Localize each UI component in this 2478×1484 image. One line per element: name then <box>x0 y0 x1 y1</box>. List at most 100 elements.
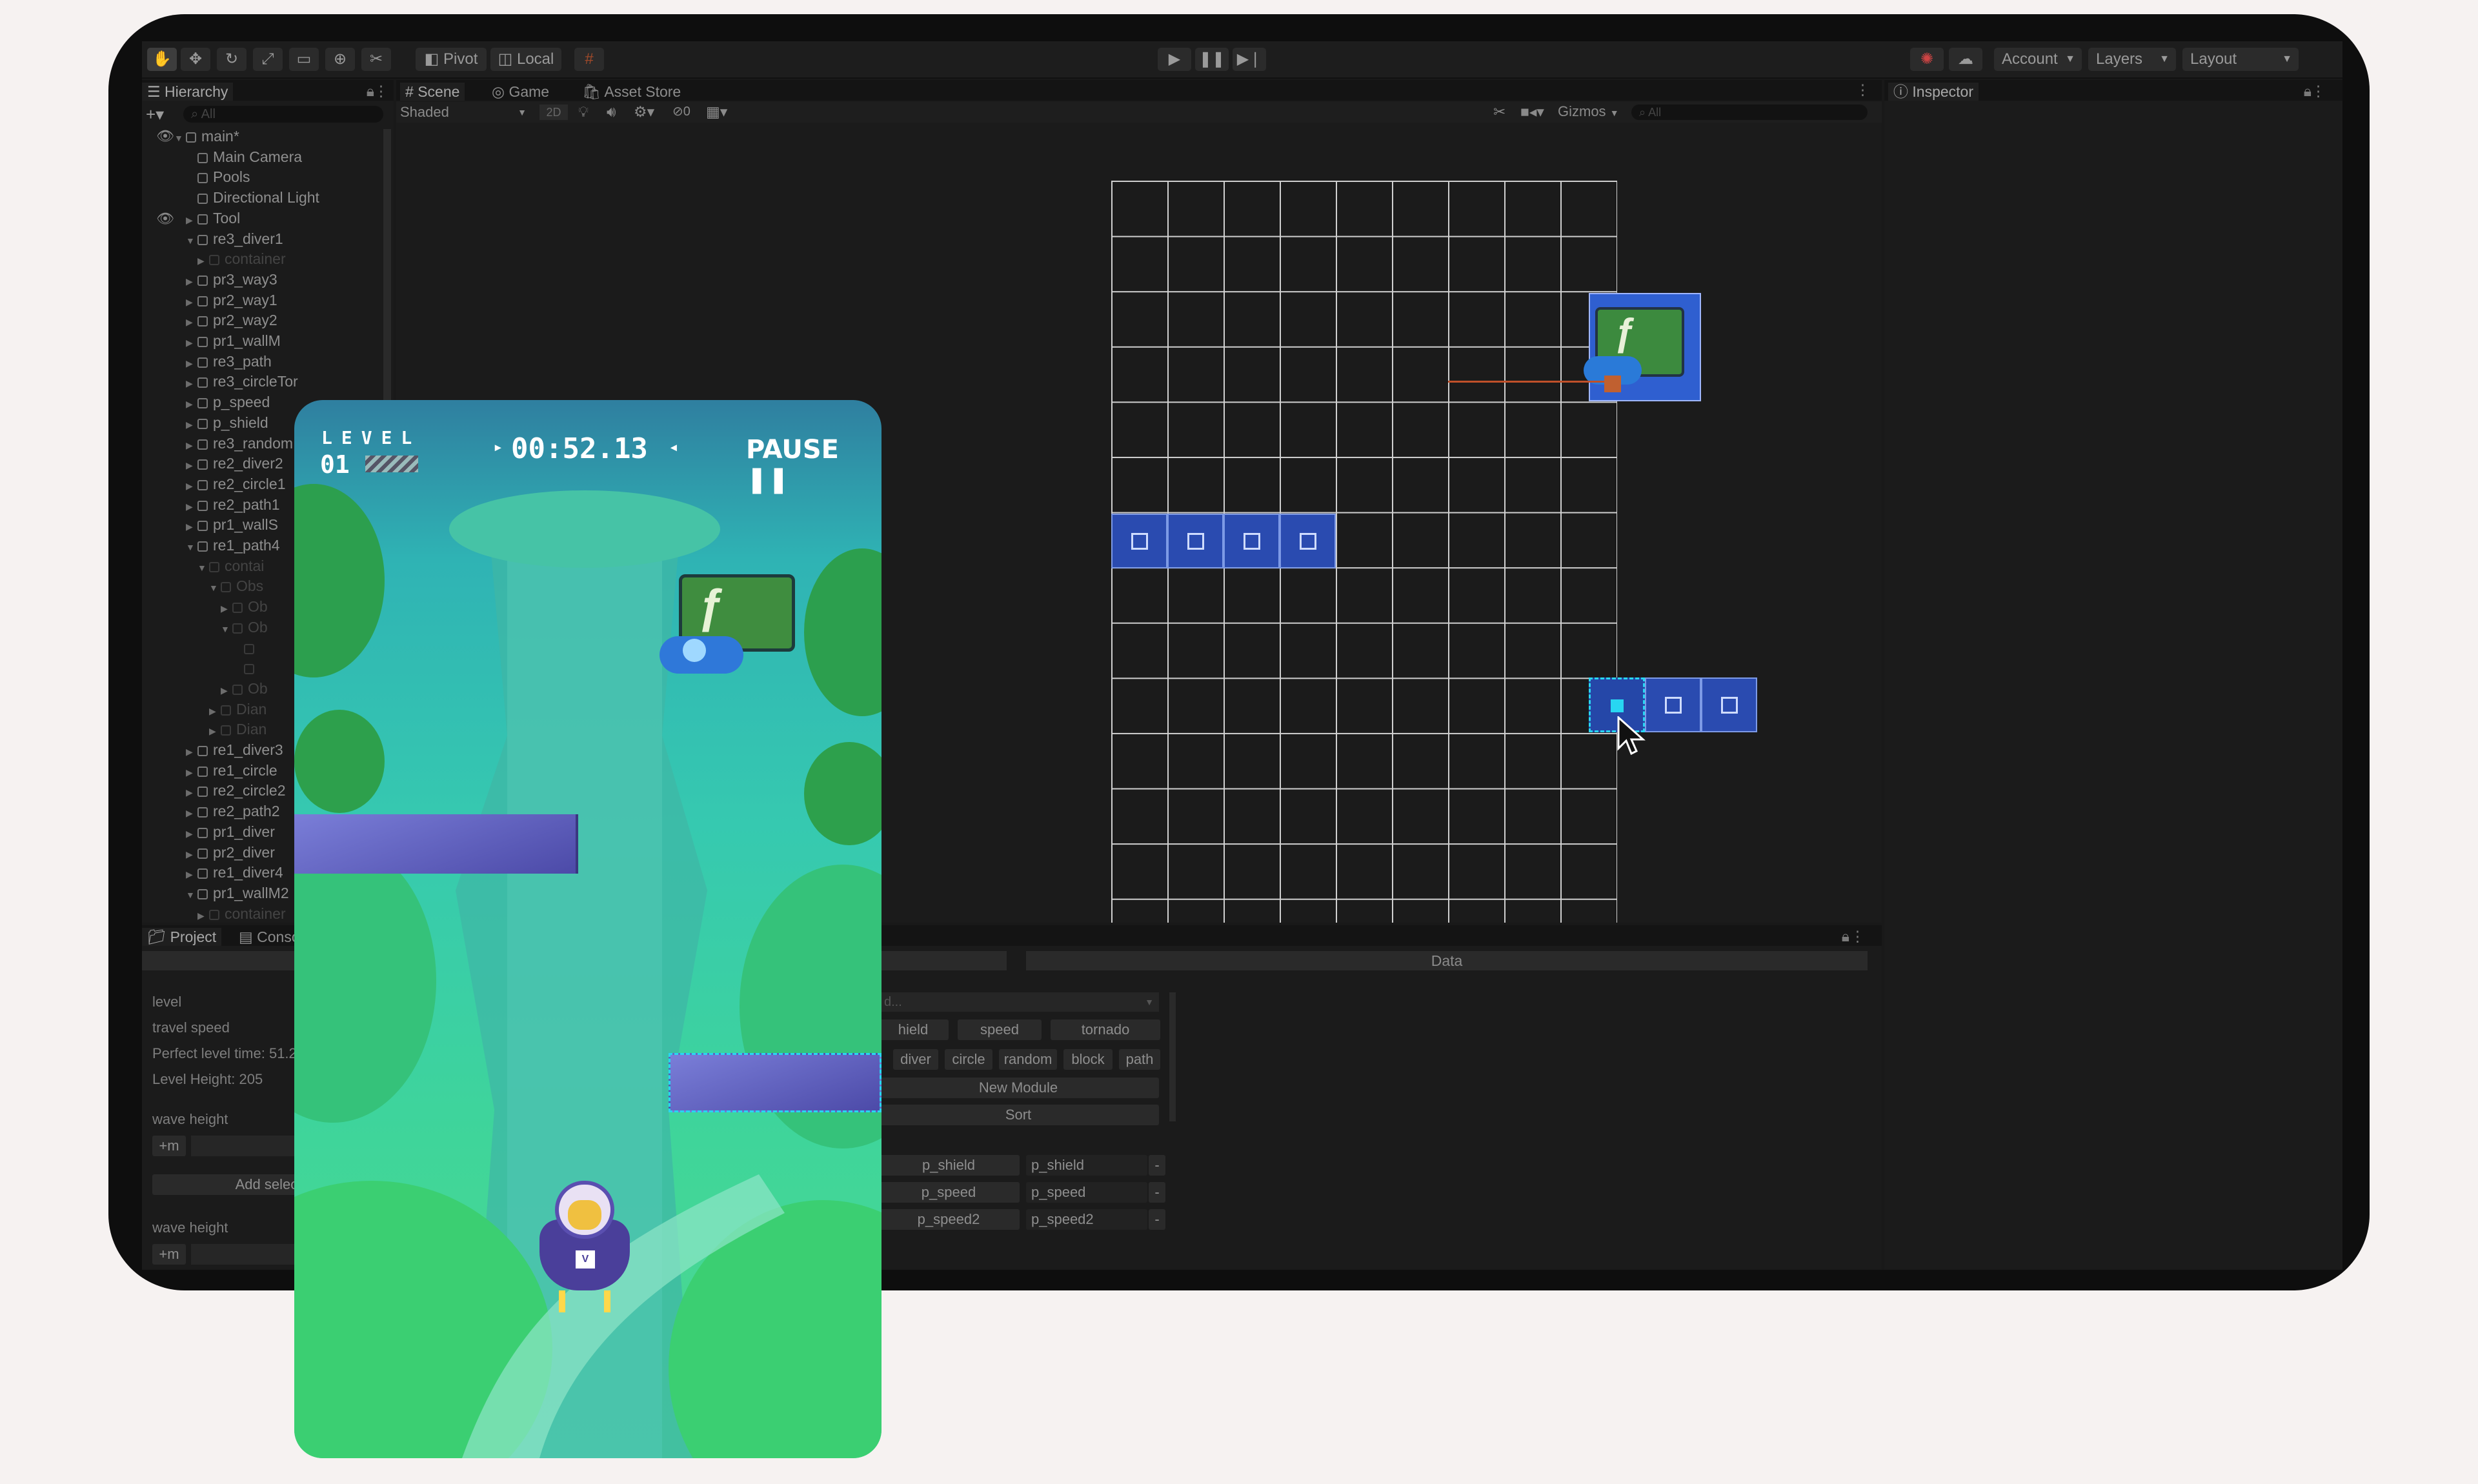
collapse-arrow-icon[interactable]: ▶ <box>221 599 232 618</box>
expand-arrow-icon[interactable]: ▼ <box>221 619 232 639</box>
block-tile[interactable] <box>1167 514 1224 568</box>
hierarchy-item[interactable]: ▶ Ob <box>221 597 268 616</box>
rotate-tool-button[interactable]: ↻ <box>217 48 247 71</box>
hierarchy-item[interactable]: ▶ container <box>197 249 286 268</box>
menu-icon[interactable]: ⋮ <box>1855 81 1870 99</box>
collapse-arrow-icon[interactable]: ▶ <box>197 251 209 270</box>
collapse-arrow-icon[interactable]: ▶ <box>186 824 197 843</box>
local-toggle[interactable]: ◫ Local <box>490 48 561 71</box>
block-tile[interactable] <box>1701 677 1757 732</box>
layout-dropdown[interactable]: Layout ▼ <box>2182 48 2299 71</box>
scale-tool-button[interactable]: ⤢ <box>253 48 283 71</box>
rect-tool-button[interactable]: ▭ <box>289 48 319 71</box>
tab-scene[interactable]: # Scene <box>400 83 465 101</box>
expand-arrow-icon[interactable]: ▼ <box>186 231 197 250</box>
hierarchy-item[interactable] <box>232 658 259 677</box>
pause-button[interactable]: ❚❚ <box>1195 48 1229 71</box>
gizmos-dropdown[interactable]: Gizmos ▼ <box>1558 103 1619 120</box>
block-tile[interactable] <box>1111 514 1167 568</box>
pivot-toggle[interactable]: ◧ Pivot <box>416 48 487 71</box>
collapse-arrow-icon[interactable]: ▶ <box>186 436 197 455</box>
hierarchy-item[interactable]: ▶ re1_diver4 <box>186 863 283 882</box>
hierarchy-item[interactable]: ▶ re1_diver3 <box>186 740 283 759</box>
menu-icon[interactable]: ⋮ <box>1850 928 1865 945</box>
collapse-arrow-icon[interactable]: ▶ <box>186 292 197 312</box>
collapse-arrow-icon[interactable]: ▶ <box>186 783 197 802</box>
collapse-arrow-icon[interactable]: ▶ <box>186 210 197 230</box>
hierarchy-item[interactable]: ▶ Dian <box>209 719 267 739</box>
collapse-arrow-icon[interactable]: ▶ <box>186 845 197 864</box>
layers-dropdown[interactable]: Layers ▼ <box>2088 48 2176 71</box>
module-button[interactable]: hield <box>878 1019 949 1040</box>
collapse-arrow-icon[interactable]: ▶ <box>186 333 197 352</box>
lock-icon[interactable]: 🔒︎ <box>1842 928 1849 945</box>
module-list-name[interactable]: p_speed2 <box>878 1209 1020 1230</box>
hierarchy-item[interactable]: ▶ pr1_diver <box>186 822 275 841</box>
tools-icon[interactable]: ✂ <box>1493 103 1506 121</box>
hierarchy-item[interactable]: Directional Light <box>186 188 319 207</box>
hierarchy-item[interactable]: ▶ re2_circle1 <box>186 474 286 494</box>
collapse-arrow-icon[interactable]: ▶ <box>186 476 197 496</box>
hierarchy-item[interactable]: Main Camera <box>186 147 302 166</box>
module-button[interactable]: path <box>1119 1049 1160 1070</box>
hierarchy-item[interactable]: ▶ re3_circleTor <box>186 372 298 391</box>
collapse-arrow-icon[interactable]: ▶ <box>186 763 197 782</box>
collapse-arrow-icon[interactable]: ▶ <box>186 415 197 434</box>
pivot-handle[interactable] <box>1604 376 1621 392</box>
hierarchy-item[interactable]: ▶ re3_random <box>186 434 293 453</box>
step-button[interactable]: ▶❘ <box>1233 48 1266 71</box>
collapse-arrow-icon[interactable]: ▶ <box>186 354 197 373</box>
lighting-icon[interactable]: 💡︎ <box>578 103 589 121</box>
hierarchy-item[interactable]: ▼ contai <box>197 556 264 576</box>
hierarchy-item[interactable]: ▶ pr1_wallM <box>186 331 281 350</box>
expand-arrow-icon[interactable]: ▼ <box>174 128 186 148</box>
collab-button[interactable]: ✺ <box>1910 48 1944 71</box>
module-dropdown[interactable]: d... ▼ <box>878 992 1159 1012</box>
module-button[interactable]: speed <box>958 1019 1042 1040</box>
hierarchy-item[interactable]: ▼ pr1_wallM2 <box>186 883 289 903</box>
hierarchy-search-input[interactable]: ⌕ All <box>183 106 383 123</box>
collapse-arrow-icon[interactable]: ▶ <box>209 701 221 721</box>
hierarchy-item[interactable]: ▶ re2_circle2 <box>186 781 286 800</box>
collapse-arrow-icon[interactable]: ▶ <box>186 394 197 414</box>
toggle-2d-button[interactable]: 2D <box>539 105 568 120</box>
module-list-field[interactable]: p_shield <box>1026 1155 1147 1176</box>
grid-toggle-icon[interactable]: ▦▾ <box>706 103 727 121</box>
module-button[interactable]: diver <box>893 1049 938 1070</box>
collapse-arrow-icon[interactable]: ▶ <box>186 272 197 291</box>
collapse-arrow-icon[interactable]: ▶ <box>186 374 197 393</box>
tab-project[interactable]: 📁︎ Project <box>142 928 222 946</box>
module-list-field[interactable]: p_speed <box>1026 1182 1147 1203</box>
transform-tool-button[interactable]: ⊕ <box>325 48 355 71</box>
hierarchy-item[interactable]: ▶ p_speed <box>186 392 270 412</box>
tab-asset-store[interactable]: 🛍︎ Asset Store <box>577 83 686 101</box>
add-m-button-2[interactable]: +m <box>152 1244 186 1265</box>
remove-module-button[interactable]: - <box>1149 1182 1165 1203</box>
hierarchy-item[interactable]: ▼ re3_diver1 <box>186 229 283 248</box>
hierarchy-item[interactable]: ▶ re1_circle <box>186 761 277 780</box>
scene-search-input[interactable]: ⌕ All <box>1631 105 1868 120</box>
expand-arrow-icon[interactable]: ▼ <box>197 558 209 577</box>
enemy-sprite-selected[interactable]: ƒ <box>1584 293 1701 401</box>
hierarchy-item[interactable]: ▶ re2_path2 <box>186 801 280 821</box>
tab-inspector[interactable]: ⓘ Inspector <box>1888 83 1979 101</box>
hierarchy-item[interactable]: ▶ Ob <box>221 679 268 698</box>
add-m-button[interactable]: +m <box>152 1136 186 1156</box>
module-button[interactable]: random <box>999 1049 1057 1070</box>
hierarchy-item[interactable]: ▶ pr2_diver <box>186 843 275 862</box>
hierarchy-item[interactable]: ▶ pr1_wallS <box>186 515 278 534</box>
effects-icon[interactable]: ⚙▾ <box>634 103 654 121</box>
module-list-name[interactable]: p_speed <box>878 1182 1020 1203</box>
sort-button[interactable]: Sort <box>878 1105 1159 1125</box>
expand-arrow-icon[interactable]: ▼ <box>209 578 221 597</box>
collapse-arrow-icon[interactable]: ▶ <box>186 517 197 536</box>
custom-tool-button[interactable]: ✂ <box>361 48 391 71</box>
hierarchy-item[interactable]: ▶ re2_path1 <box>186 495 280 514</box>
camera-icon[interactable]: ■◂▾ <box>1520 103 1544 121</box>
collapse-arrow-icon[interactable]: ▶ <box>186 742 197 761</box>
hidden-objects-toggle[interactable]: ⊘0 <box>672 103 690 119</box>
cloud-button[interactable]: ☁ <box>1949 48 1982 71</box>
move-tool-button[interactable]: ✥ <box>181 48 210 71</box>
module-button[interactable]: circle <box>945 1049 992 1070</box>
hierarchy-item[interactable]: ▶ pr2_way2 <box>186 310 277 330</box>
